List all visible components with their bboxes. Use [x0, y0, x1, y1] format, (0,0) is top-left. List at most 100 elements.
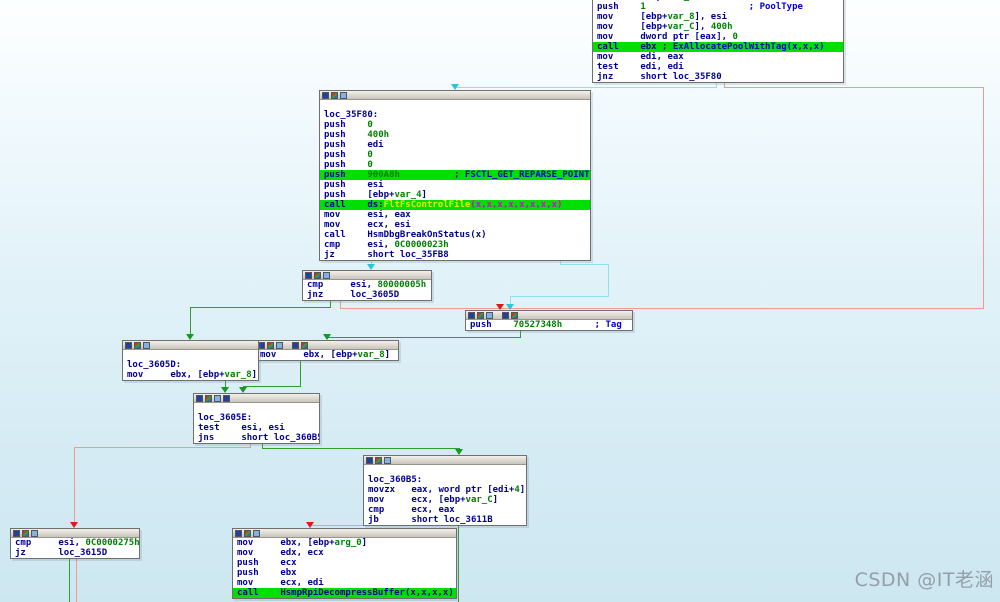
block-button-icon[interactable]	[511, 312, 518, 319]
block-titlebar[interactable]	[466, 311, 632, 320]
asm-line[interactable]: cmp esi, 0C0000275h	[11, 538, 139, 548]
basic-block-mov-ebx-var8[interactable]: mov ebx, [ebp+var_8]	[255, 340, 399, 361]
block-button-icon[interactable]	[340, 92, 347, 99]
asm-line[interactable]: push 0	[320, 150, 590, 160]
asm-line[interactable]: cmp esi, 80000005h	[303, 280, 431, 290]
asm-line[interactable]: push edi	[320, 140, 590, 150]
block-button-icon[interactable]	[13, 530, 20, 537]
block-button-icon[interactable]	[305, 272, 312, 279]
asm-line[interactable]: jz loc_3615D	[11, 548, 139, 558]
asm-line[interactable]: mov esi, eax	[320, 210, 590, 220]
asm-line[interactable]: mov [ebp+var_C], 400h	[593, 22, 843, 32]
asm-line[interactable]: jnz loc_3605D	[303, 290, 431, 300]
asm-line[interactable]: push ecx	[233, 558, 456, 568]
asm-line[interactable]: jnz short loc_35F80	[593, 72, 843, 82]
asm-line[interactable]: jz short loc_35FB8	[320, 250, 590, 260]
block-button-icon[interactable]	[223, 395, 230, 402]
block-button-icon[interactable]	[292, 342, 299, 349]
asm-line[interactable]: movzx eax, word ptr [edi+4]	[364, 485, 526, 495]
block-titlebar[interactable]	[256, 341, 398, 350]
block-button-icon[interactable]	[331, 92, 338, 99]
block-button-icon[interactable]	[322, 92, 329, 99]
asm-line[interactable]: loc_35F80:	[320, 110, 590, 120]
asm-line[interactable]: call ds:FltFsControlFile(x,x,x,x,x,x,x,x…	[320, 200, 590, 210]
block-button-icon[interactable]	[244, 530, 251, 537]
basic-block-loc_3605D[interactable]: loc_3605D:mov ebx, [ebp+var_8]	[122, 340, 259, 381]
asm-line[interactable]: push 1 ; PoolType	[593, 2, 843, 12]
block-button-icon[interactable]	[22, 530, 29, 537]
asm-line[interactable]: push 70527348h ; Tag	[466, 320, 632, 330]
block-button-icon[interactable]	[384, 457, 391, 464]
asm-line[interactable]: mov ebx, [ebp+var_8]	[123, 370, 258, 380]
asm-line[interactable]	[320, 100, 590, 110]
block-button-icon[interactable]	[205, 395, 212, 402]
asm-line[interactable]: mov ecx, [ebp+var_C]	[364, 495, 526, 505]
asm-line[interactable]: loc_360B5:	[364, 475, 526, 485]
block-button-icon[interactable]	[314, 272, 321, 279]
block-button-icon[interactable]	[366, 457, 373, 464]
block-button-icon[interactable]	[477, 312, 484, 319]
asm-line[interactable]: push esi	[320, 180, 590, 190]
block-titlebar[interactable]	[303, 271, 431, 280]
asm-line[interactable]: jb short loc_3611B	[364, 515, 526, 525]
asm-line[interactable]: call ebx ; ExAllocatePoolWithTag(x,x,x)	[593, 42, 843, 52]
block-button-icon[interactable]	[301, 342, 308, 349]
block-button-icon[interactable]	[214, 395, 221, 402]
asm-line[interactable]: mov edx, ecx	[233, 548, 456, 558]
block-button-icon[interactable]	[125, 342, 132, 349]
graph-canvas[interactable]: mov [ebp+var_4], eaxpush 1 ; PoolTypemov…	[0, 0, 1000, 602]
block-titlebar[interactable]	[123, 341, 258, 350]
basic-block-decompress-call[interactable]: mov ebx, [ebp+arg_0]mov edx, ecxpush ecx…	[232, 528, 457, 599]
asm-line[interactable]: test esi, esi	[194, 423, 319, 433]
asm-line[interactable]: call HsmDbgBreakOnStatus(x)	[320, 230, 590, 240]
basic-block-loc_360B5[interactable]: loc_360B5:movzx eax, word ptr [edi+4]mov…	[363, 455, 527, 526]
asm-line[interactable]: mov [ebp+var_8], esi	[593, 12, 843, 22]
basic-block-cmp-C0000275[interactable]: cmp esi, 0C0000275hjz loc_3615D	[10, 528, 140, 559]
basic-block-entry-fragment[interactable]: mov [ebp+var_4], eaxpush 1 ; PoolTypemov…	[592, 0, 844, 83]
asm-line[interactable]: mov ebx, [ebp+arg_0]	[233, 538, 456, 548]
block-button-icon[interactable]	[276, 342, 283, 349]
block-button-icon[interactable]	[486, 312, 493, 319]
asm-line[interactable]: mov edi, eax	[593, 52, 843, 62]
asm-line[interactable]: test edi, edi	[593, 62, 843, 72]
block-button-icon[interactable]	[253, 530, 260, 537]
asm-line[interactable]: cmp ecx, eax	[364, 505, 526, 515]
asm-line[interactable]: push [ebp+var_4]	[320, 190, 590, 200]
asm-line[interactable]	[123, 350, 258, 360]
block-button-icon[interactable]	[468, 312, 475, 319]
basic-block-loc_3605E[interactable]: loc_3605E:test esi, esijns short loc_360…	[193, 393, 320, 444]
block-button-icon[interactable]	[375, 457, 382, 464]
asm-line[interactable]	[364, 465, 526, 475]
asm-line[interactable]: mov ecx, edi	[233, 578, 456, 588]
block-button-icon[interactable]	[31, 530, 38, 537]
asm-line[interactable]: push 0	[320, 120, 590, 130]
asm-line[interactable]: mov ecx, esi	[320, 220, 590, 230]
asm-line[interactable]: cmp esi, 0C0000023h	[320, 240, 590, 250]
asm-line[interactable]: push 400h	[320, 130, 590, 140]
block-button-icon[interactable]	[196, 395, 203, 402]
asm-line[interactable]: mov dword ptr [eax], 0	[593, 32, 843, 42]
block-titlebar[interactable]	[11, 529, 139, 538]
asm-line[interactable]: mov ebx, [ebp+var_8]	[256, 350, 398, 360]
asm-line[interactable]: loc_3605D:	[123, 360, 258, 370]
asm-line[interactable]: jns short loc_360B5	[194, 433, 319, 443]
block-titlebar[interactable]	[320, 91, 590, 100]
asm-line[interactable]: push 0	[320, 160, 590, 170]
asm-line[interactable]: push ebx	[233, 568, 456, 578]
basic-block-push-tag[interactable]: push 70527348h ; Tag	[465, 310, 633, 331]
asm-line[interactable]	[194, 403, 319, 413]
block-titlebar[interactable]	[194, 394, 319, 403]
asm-line[interactable]: loc_3605E:	[194, 413, 319, 423]
block-button-icon[interactable]	[258, 342, 265, 349]
asm-line[interactable]: push 900A8h ; FSCTL_GET_REPARSE_POINT	[320, 170, 590, 180]
block-titlebar[interactable]	[364, 456, 526, 465]
block-button-icon[interactable]	[502, 312, 509, 319]
block-button-icon[interactable]	[235, 530, 242, 537]
block-button-icon[interactable]	[323, 272, 330, 279]
block-titlebar[interactable]	[233, 529, 456, 538]
basic-block-cmp-80000005[interactable]: cmp esi, 80000005hjnz loc_3605D	[302, 270, 432, 301]
block-button-icon[interactable]	[267, 342, 274, 349]
block-button-icon[interactable]	[143, 342, 150, 349]
asm-line[interactable]: call HsmpRpiDecompressBuffer(x,x,x,x)	[233, 588, 456, 598]
basic-block-loc_35F80[interactable]: loc_35F80:push 0push 400hpush edipush 0p…	[319, 90, 591, 261]
